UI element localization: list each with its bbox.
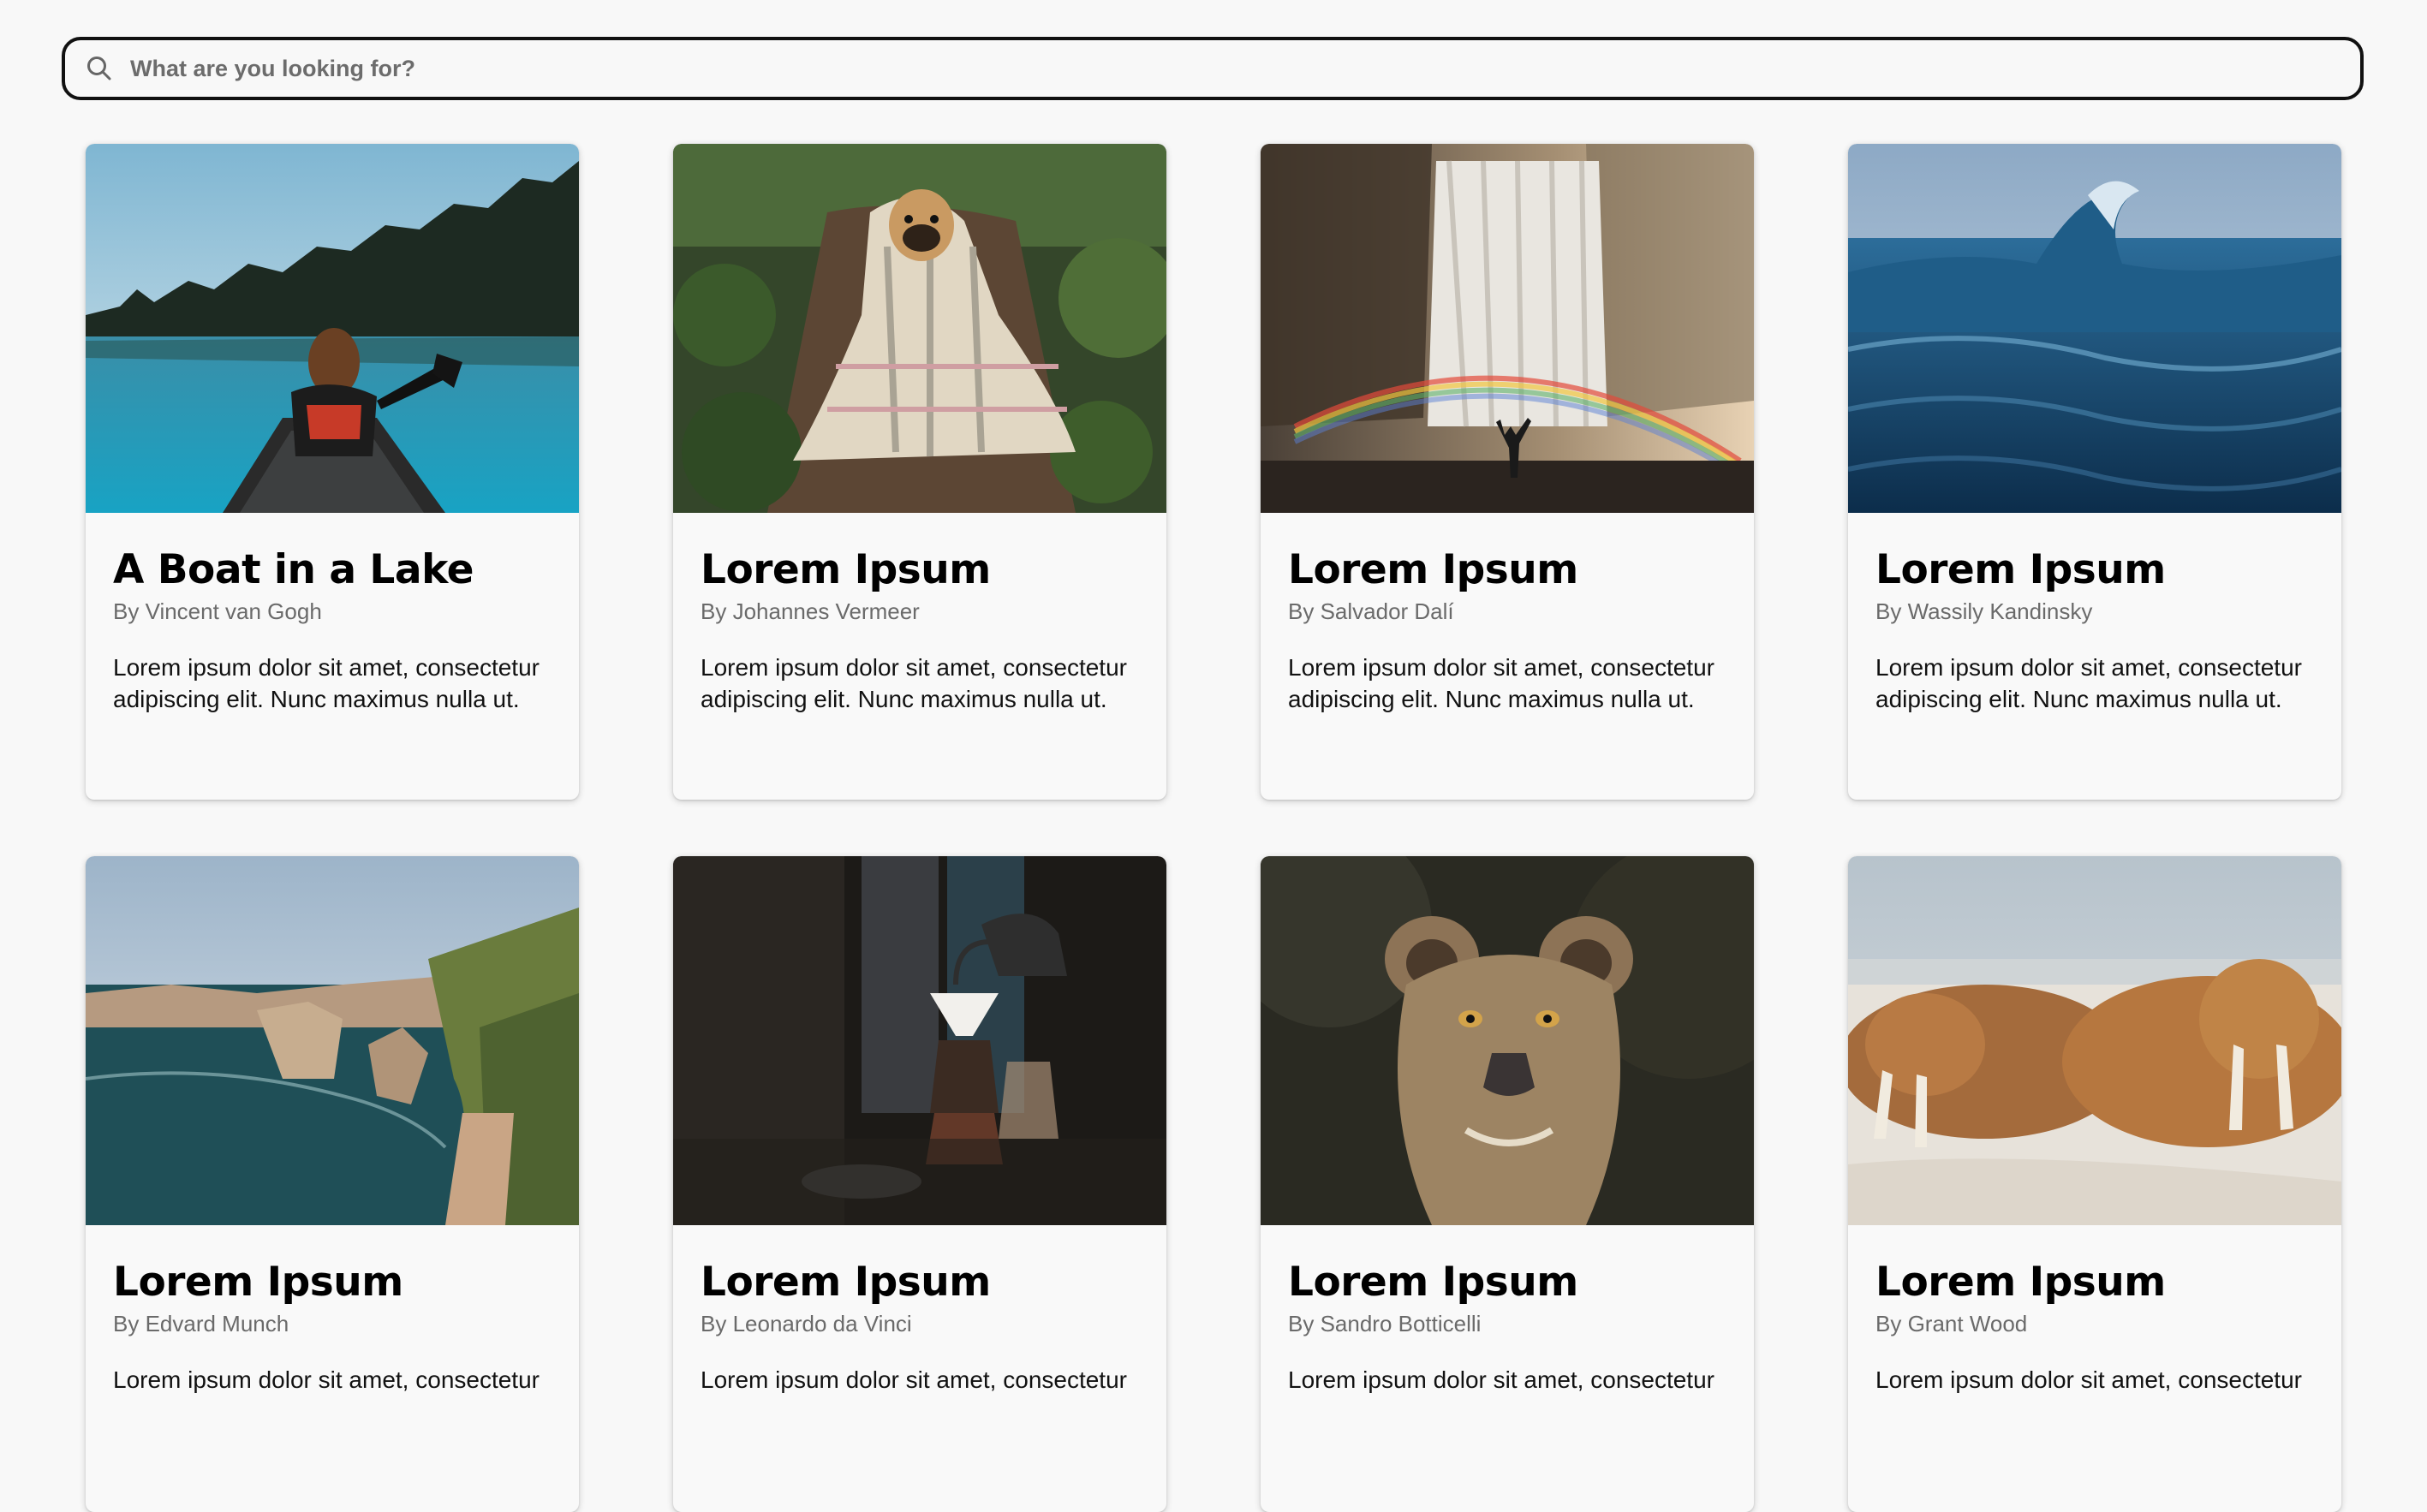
- card[interactable]: Lorem Ipsum By Wassily Kandinsky Lorem i…: [1848, 144, 2341, 800]
- card-title: Lorem Ipsum: [1288, 1259, 1578, 1306]
- card-image-woman-in-canoe: [86, 144, 579, 513]
- card[interactable]: Lorem Ipsum By Grant Wood Lorem ipsum do…: [1848, 856, 2341, 1512]
- card-image-lioness-portrait: [1261, 856, 1754, 1225]
- card-title: Lorem Ipsum: [113, 1259, 403, 1306]
- card-title: Lorem Ipsum: [1875, 1259, 2166, 1306]
- card-description: Lorem ipsum dolor sit amet, consectetur: [113, 1366, 540, 1393]
- card-description: Lorem ipsum dolor sit amet, consectetur …: [1875, 654, 2302, 712]
- card-author: By Leonardo da Vinci: [701, 1311, 912, 1336]
- card-description: Lorem ipsum dolor sit amet, consectetur …: [1288, 654, 1714, 712]
- card-grid: A Boat in a Lake By Vincent van Gogh Lor…: [0, 0, 2427, 1512]
- card-image-pug-in-blanket: [673, 144, 1166, 513]
- card-title: A Boat in a Lake: [113, 546, 474, 593]
- card-author: By Salvador Dalí: [1288, 598, 1454, 624]
- card-author: By Edvard Munch: [113, 1311, 289, 1336]
- card-author: By Sandro Botticelli: [1288, 1311, 1482, 1336]
- card[interactable]: Lorem Ipsum By Salvador Dalí Lorem ipsum…: [1261, 144, 1754, 800]
- card-description: Lorem ipsum dolor sit amet, consectetur: [1288, 1366, 1714, 1393]
- card[interactable]: A Boat in a Lake By Vincent van Gogh Lor…: [86, 144, 579, 800]
- card-title: Lorem Ipsum: [701, 546, 991, 593]
- card-image-ocean-wave: [1848, 144, 2341, 513]
- card-title: Lorem Ipsum: [1875, 546, 2166, 593]
- card-image-pour-over-coffee: [673, 856, 1166, 1225]
- card-author: By Vincent van Gogh: [113, 598, 322, 624]
- card-image-walruses-on-beach: [1848, 856, 2341, 1225]
- card-description: Lorem ipsum dolor sit amet, consectetur …: [113, 654, 540, 712]
- card-title: Lorem Ipsum: [701, 1259, 991, 1306]
- card-author: By Wassily Kandinsky: [1875, 598, 2093, 624]
- card[interactable]: Lorem Ipsum By Edvard Munch Lorem ipsum …: [86, 856, 579, 1512]
- card[interactable]: Lorem Ipsum By Johannes Vermeer Lorem ip…: [673, 144, 1166, 800]
- card[interactable]: Lorem Ipsum By Leonardo da Vinci Lorem i…: [673, 856, 1166, 1512]
- card-image-waterfall-with-rainbow: [1261, 144, 1754, 513]
- card-description: Lorem ipsum dolor sit amet, consectetur: [701, 1366, 1127, 1393]
- card-description: Lorem ipsum dolor sit amet, consectetur: [1875, 1366, 2302, 1393]
- card-description: Lorem ipsum dolor sit amet, consectetur …: [701, 654, 1127, 712]
- card-author: By Grant Wood: [1875, 1311, 2028, 1336]
- card-title: Lorem Ipsum: [1288, 546, 1578, 593]
- card-author: By Johannes Vermeer: [701, 598, 920, 624]
- card[interactable]: Lorem Ipsum By Sandro Botticelli Lorem i…: [1261, 856, 1754, 1512]
- card-image-coastal-cliffs: [86, 856, 579, 1225]
